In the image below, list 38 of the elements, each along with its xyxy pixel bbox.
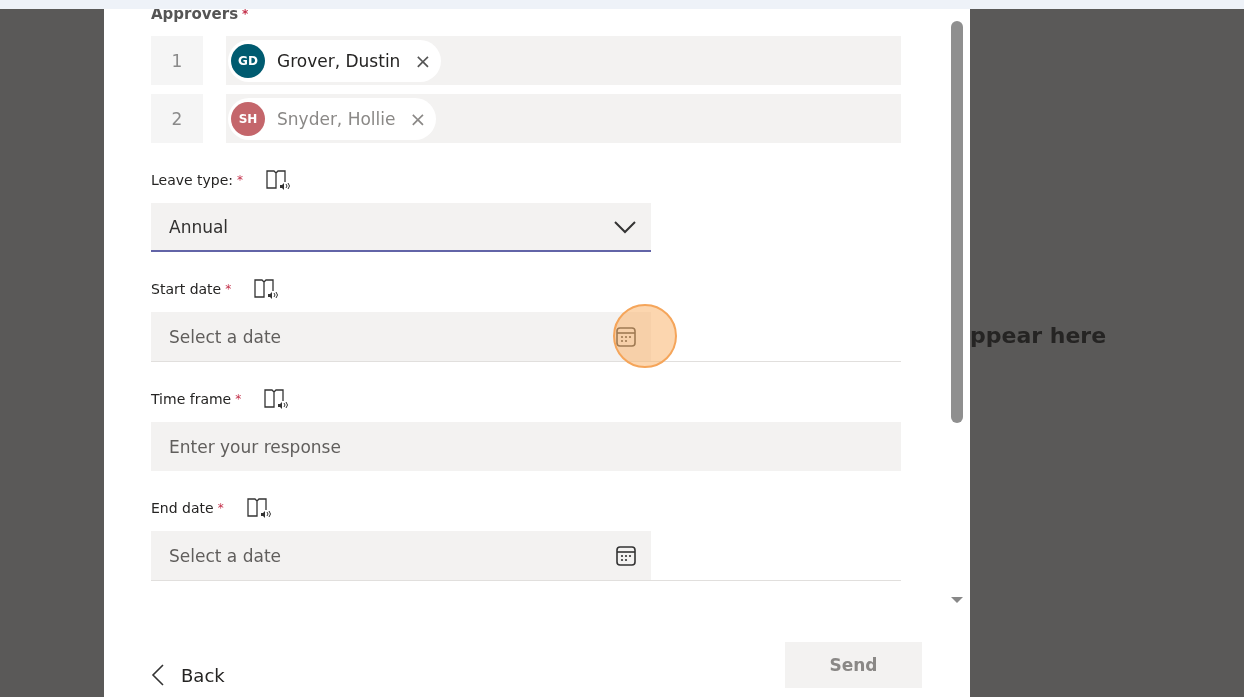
people-field[interactable]: GD Grover, Dustin × — [226, 36, 901, 85]
calendar-icon[interactable] — [615, 544, 637, 567]
field-label: End date — [151, 500, 214, 516]
person-name: Grover, Dustin — [277, 50, 401, 71]
book-audio-icon[interactable] — [253, 277, 280, 301]
remove-button[interactable]: × — [409, 106, 427, 131]
date-field[interactable]: Select a date — [151, 312, 651, 361]
order-number: 1 — [151, 36, 203, 85]
field-label: Start date — [151, 281, 222, 297]
required-mark: * — [225, 282, 232, 296]
avatar: SH — [231, 101, 265, 136]
field-value: Annual — [169, 216, 229, 237]
required-mark: * — [217, 501, 224, 515]
placeholder: Select a date — [169, 326, 281, 347]
placeholder: Enter your response — [169, 436, 341, 457]
book-audio-icon[interactable] — [245, 496, 272, 520]
date-field[interactable]: Select a date — [151, 531, 651, 580]
field-label: Time frame — [151, 391, 232, 407]
chevron-down-icon — [613, 219, 637, 234]
person-name: Snyder, Hollie — [277, 108, 396, 129]
people-field[interactable]: SH Snyder, Hollie × — [226, 94, 901, 143]
required-mark: * — [237, 173, 244, 187]
field-label: Leave type: — [151, 172, 234, 188]
placeholder: Select a date — [169, 545, 281, 566]
click-highlight — [613, 304, 677, 368]
avatar: GD — [231, 43, 265, 78]
required-mark: * — [242, 9, 249, 21]
input-field[interactable]: Enter your response — [151, 422, 901, 471]
scrollbar-thumb[interactable] — [951, 21, 963, 423]
dropdown-field[interactable]: Annual — [151, 203, 651, 252]
required-mark: * — [235, 392, 242, 406]
back-button[interactable]: Back — [151, 663, 225, 687]
order-number: 2 — [151, 94, 203, 143]
chevron-left-icon — [151, 663, 165, 687]
scroll-down-icon[interactable] — [951, 596, 963, 604]
remove-button[interactable]: × — [414, 48, 432, 73]
book-audio-icon[interactable] — [265, 168, 292, 192]
book-audio-icon[interactable] — [263, 387, 290, 411]
